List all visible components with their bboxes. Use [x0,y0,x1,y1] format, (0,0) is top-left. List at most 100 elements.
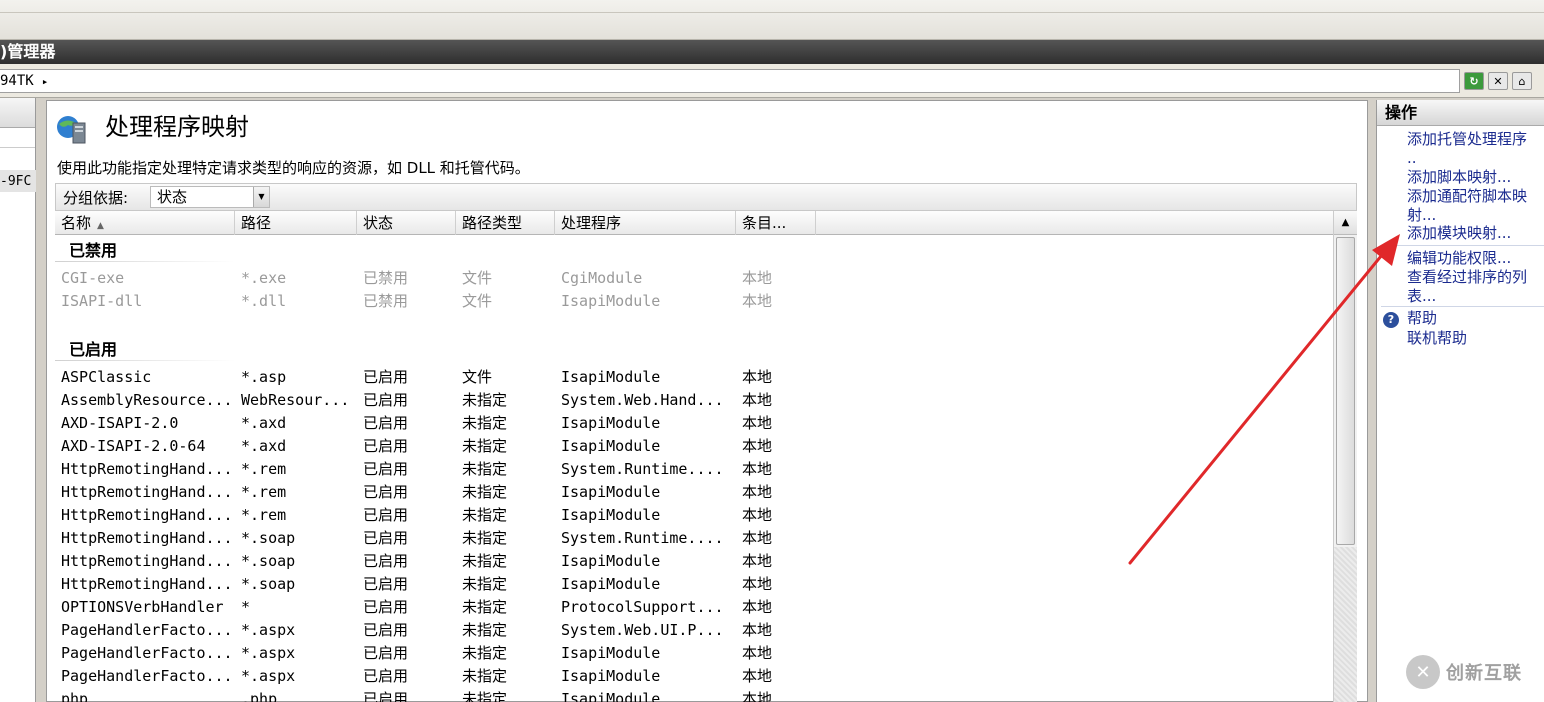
table-cell: AssemblyResource... [61,391,233,409]
top-divider [0,12,1544,13]
table-cell: 文件 [462,368,493,386]
action-add-wildcard-script-map[interactable]: 添加通配符脚本映 射... [1407,187,1544,225]
table-cell: IsapiModule [561,414,661,432]
tree-item-server[interactable]: -9FC [0,174,31,189]
action-view-ordered-list[interactable]: 查看经过排序的列 表... [1407,268,1544,306]
page-description: 使用此功能指定处理特定请求类型的响应的资源，如 DLL 和托管代码。 [57,159,530,177]
column-header-handler[interactable]: 处理程序 [555,211,736,235]
table-row[interactable]: php .php 已启用 未指定 IsapiModule 本地 [55,688,1333,702]
table-cell: 已启用 [363,414,409,432]
scroll-up-icon[interactable]: ▲ [1334,211,1357,235]
table-cell: CgiModule [561,269,643,287]
table-row[interactable]: PageHandlerFacto... *.aspx 已启用 未指定 System.We… [55,619,1333,642]
table-row[interactable]: PageHandlerFacto... *.aspx 已启用 未指定 IsapiModu… [55,665,1333,688]
table-cell: 未指定 [462,414,508,432]
group-header: 已启用 [69,340,118,359]
table-cell: 本地 [742,269,773,287]
table-cell: IsapiModule [561,368,661,386]
table-cell: 本地 [742,483,773,501]
table-row[interactable]: HttpRemotingHand... *.soap 已启用 未指定 IsapiModu… [55,573,1333,596]
table-cell: IsapiModule [561,575,661,593]
action-line: .. [1407,149,1417,167]
address-separator-icon[interactable]: ▸ [42,75,49,88]
table-cell: 未指定 [462,483,508,501]
action-add-script-map[interactable]: 添加脚本映射... [1407,168,1544,187]
table-cell: IsapiModule [561,437,661,455]
table-cell: OPTIONSVerbHandler [61,598,224,616]
action-line: 查看经过排序的列 [1407,268,1528,286]
action-add-module-map[interactable]: 添加模块映射... [1407,224,1544,243]
table-cell: 本地 [742,667,773,685]
table-row[interactable]: ASPClassic *.asp 已启用 文件 IsapiModule 本地 [55,366,1333,389]
table-row[interactable]: AssemblyResource... WebResour... 已启用 未指定 Sys… [55,389,1333,412]
table-cell: *.aspx [241,667,296,685]
table-cell: PageHandlerFacto... [61,644,233,662]
table-row[interactable]: HttpRemotingHand... *.rem 已启用 未指定 System.Run… [55,458,1333,481]
table-cell: IsapiModule [561,552,661,570]
group-divider [55,261,235,262]
table-row[interactable]: OPTIONSVerbHandler * 已启用 未指定 ProtocolSupport… [55,596,1333,619]
home-icon[interactable]: ⌂ [1512,72,1532,90]
table-cell: 未指定 [462,437,508,455]
table-row[interactable]: PageHandlerFacto... *.aspx 已启用 未指定 IsapiModu… [55,642,1333,665]
table-cell: *.soap [241,575,296,593]
actions-divider [1381,306,1544,307]
table-cell: 未指定 [462,575,508,593]
table-cell: HttpRemotingHand... [61,506,233,524]
table-row[interactable]: HttpRemotingHand... *.soap 已启用 未指定 System.Ru… [55,527,1333,550]
chevron-down-icon[interactable]: ▼ [253,187,269,207]
group-by-select[interactable]: 状态 ▼ [150,186,270,208]
column-header-state[interactable]: 状态 [357,211,456,235]
action-add-managed-handler[interactable]: 添加托管处理程序.. [1407,130,1544,168]
vertical-scrollbar[interactable]: ▲ [1333,211,1357,702]
table-row[interactable]: ISAPI-dll *.dll 已禁用 文件 IsapiModule 本地 [55,290,1333,313]
table-cell: 本地 [742,644,773,662]
table-cell: 本地 [742,414,773,432]
refresh-icon[interactable]: ↻ [1464,72,1484,90]
column-header-path[interactable]: 路径 [235,211,357,235]
scrollbar-thumb[interactable] [1336,237,1355,545]
address-bar: 94TK ▸ ↻ ✕ ⌂ [0,64,1544,98]
scrollbar-track[interactable] [1334,547,1357,702]
top-chrome [0,0,1544,40]
table-row[interactable]: AXD-ISAPI-2.0-64 *.axd 已启用 未指定 IsapiModule 本地 [55,435,1333,458]
action-line: 添加模块映射... [1407,224,1512,242]
table-cell: PageHandlerFacto... [61,667,233,685]
table-cell: 本地 [742,575,773,593]
table-cell: *.aspx [241,621,296,639]
table-row[interactable]: HttpRemotingHand... *.rem 已启用 未指定 IsapiModul… [55,504,1333,527]
help-icon[interactable]: ? [1383,312,1399,328]
action-edit-feature-permissions[interactable]: 编辑功能权限... [1407,249,1544,268]
column-header-name[interactable]: 名称 ▲ [55,211,235,235]
table-cell: *.axd [241,414,287,432]
address-toolbar: ↻ ✕ ⌂ [1464,70,1544,92]
table-cell: *.rem [241,506,287,524]
table-row[interactable]: HttpRemotingHand... *.rem 已启用 未指定 IsapiModul… [55,481,1333,504]
table-cell: HttpRemotingHand... [61,575,233,593]
table-cell: 文件 [462,269,493,287]
table-cell: 未指定 [462,598,508,616]
table-cell: 已启用 [363,552,409,570]
action-online-help[interactable]: 联机帮助 [1407,329,1544,348]
table-cell: 未指定 [462,552,508,570]
action-help[interactable]: 帮助 [1407,309,1544,328]
table-cell: CGI-exe [61,269,125,287]
table-cell: *.rem [241,460,287,478]
table-cell: *.rem [241,483,287,501]
table-cell: *.soap [241,529,296,547]
table-row[interactable]: CGI-exe *.exe 已禁用 文件 CgiModule 本地 [55,267,1333,290]
column-header-path-type[interactable]: 路径类型 [456,211,555,235]
table-cell: *.axd [241,437,287,455]
table-cell: 已禁用 [363,292,409,310]
column-header-label: 名称 [61,214,92,232]
table-row[interactable]: AXD-ISAPI-2.0 *.axd 已启用 未指定 IsapiModule 本地 [55,412,1333,435]
splitter[interactable] [36,98,46,702]
table-row[interactable]: HttpRemotingHand... *.soap 已启用 未指定 IsapiModu… [55,550,1333,573]
table-cell: .php [241,690,278,702]
stop-icon[interactable]: ✕ [1488,72,1508,90]
address-field[interactable]: 94TK ▸ [0,69,1460,93]
table-cell: 已启用 [363,437,409,455]
table-cell: ASPClassic [61,368,152,386]
action-line: 添加托管处理程序 [1407,130,1528,148]
column-header-entry-type[interactable]: 条目... [736,211,816,235]
